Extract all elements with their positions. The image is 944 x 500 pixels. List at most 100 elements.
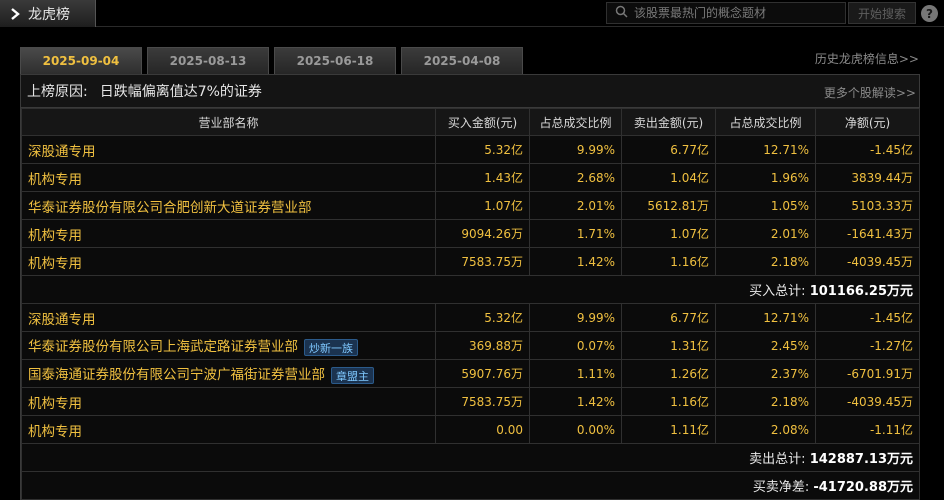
search-input[interactable]	[634, 6, 844, 20]
table-row[interactable]: 华泰证券股份有限公司合肥创新大道证券营业部 1.07亿 2.01% 5612.81万 1…	[21, 191, 920, 220]
branch-name[interactable]: 华泰证券股份有限公司上海武定路证券营业部 炒新一族	[21, 331, 436, 360]
net-amount: -1.45亿	[815, 303, 920, 332]
trader-tag-badge[interactable]: 炒新一族	[304, 338, 358, 356]
tab-date-4[interactable]: 2025-04-08	[401, 47, 523, 74]
search-icon	[615, 5, 628, 22]
net-amount: -1.45亿	[815, 135, 920, 164]
sell-ratio: 2.18%	[715, 247, 816, 276]
table-row[interactable]: 机构专用 1.43亿 2.68% 1.04亿 1.96% 3839.44万	[21, 163, 920, 192]
col-header-sell: 卖出金额(元)	[621, 108, 716, 136]
sell-amount-text: 1.26亿	[670, 367, 709, 381]
search-button[interactable]: 开始搜索	[848, 2, 916, 24]
buy-ratio: 0.00%	[529, 415, 622, 444]
buy-amount: 5907.76万	[435, 359, 530, 388]
sell-ratio: 12.71%	[715, 303, 816, 332]
table-row[interactable]: 深股通专用 5.32亿 9.99% 6.77亿 12.71% -1.45亿	[21, 303, 920, 332]
col-header-buy: 买入金额(元)	[435, 108, 530, 136]
branch-name[interactable]: 机构专用	[21, 163, 436, 192]
table-row[interactable]: 机构专用 7583.75万 1.42% 1.16亿 2.18% -4039.45万	[21, 387, 920, 416]
branch-name-text: 华泰证券股份有限公司上海武定路证券营业部	[28, 339, 298, 356]
buy-total-label: 买入总计:	[749, 284, 806, 299]
sell-amount: 1.07亿	[621, 219, 716, 248]
section-title-tab[interactable]: 龙虎榜	[0, 0, 96, 27]
table-row[interactable]: 机构专用 7583.75万 1.42% 1.16亿 2.18% -4039.45万	[21, 247, 920, 276]
buy-amount: 1.07亿	[435, 191, 530, 220]
branch-name-text: 深股通专用	[28, 311, 96, 328]
tab-date-3[interactable]: 2025-06-18	[274, 47, 396, 74]
sell-ratio: 2.37%	[715, 359, 816, 388]
sell-ratio: 2.08%	[715, 415, 816, 444]
top-bar: 龙虎榜 开始搜索 ?	[0, 0, 944, 27]
sell-ratio-text: 2.45%	[770, 338, 809, 353]
sell-amount-text: 5612.81万	[647, 199, 709, 213]
sell-amount: 6.77亿	[621, 303, 716, 332]
buy-ratio-text: 9.99%	[576, 310, 615, 325]
branch-name[interactable]: 机构专用	[21, 387, 436, 416]
help-icon[interactable]: ?	[921, 5, 938, 22]
sell-ratio: 1.05%	[715, 191, 816, 220]
net-amount-text: -6701.91万	[847, 367, 913, 381]
tab-date-1[interactable]: 2025-09-04	[20, 47, 142, 74]
date-tabs: 2025-09-04 2025-08-13 2025-06-18 2025-04…	[20, 47, 528, 74]
buy-ratio-text: 0.00%	[576, 422, 615, 437]
col-header-buy-pct: 占总成交比例	[529, 108, 622, 136]
branch-name[interactable]: 机构专用	[21, 415, 436, 444]
net-amount: -1641.43万	[815, 219, 920, 248]
buy-amount-text: 5.32亿	[484, 311, 523, 325]
net-amount: -1.11亿	[815, 415, 920, 444]
buy-amount-text: 369.88万	[469, 339, 523, 353]
branch-name-text: 深股通专用	[28, 143, 96, 160]
branch-name[interactable]: 深股通专用	[21, 303, 436, 332]
sell-ratio: 2.18%	[715, 387, 816, 416]
sell-ratio: 1.96%	[715, 163, 816, 192]
table-row[interactable]: 深股通专用 5.32亿 9.99% 6.77亿 12.71% -1.45亿	[21, 135, 920, 164]
buy-amount-text: 5907.76万	[461, 367, 523, 381]
net-amount-text: 5103.33万	[851, 199, 913, 213]
sell-amount: 1.16亿	[621, 387, 716, 416]
buy-amount-text: 1.43亿	[484, 171, 523, 185]
net-amount: -1.27亿	[815, 331, 920, 360]
sell-ratio: 12.71%	[715, 135, 816, 164]
sell-amount: 1.04亿	[621, 163, 716, 192]
search-box[interactable]	[606, 2, 846, 24]
sell-ratio-text: 2.18%	[770, 254, 809, 269]
branch-name[interactable]: 华泰证券股份有限公司合肥创新大道证券营业部	[21, 191, 436, 220]
net-amount: -4039.45万	[815, 387, 920, 416]
reason-text: 日跌幅偏离值达7%的证券	[99, 84, 262, 100]
history-link[interactable]: 历史龙虎榜信息>>	[815, 50, 919, 67]
more-analysis-link[interactable]: 更多个股解读>>	[824, 84, 916, 101]
branch-name[interactable]: 机构专用	[21, 219, 436, 248]
sell-amount-text: 1.16亿	[670, 395, 709, 409]
net-amount-text: -4039.45万	[847, 255, 913, 269]
table-row[interactable]: 华泰证券股份有限公司上海武定路证券营业部 炒新一族 369.88万 0.07% 1.31…	[21, 331, 920, 360]
buy-amount: 7583.75万	[435, 247, 530, 276]
sell-total-label: 卖出总计:	[749, 452, 806, 467]
trader-tag-badge[interactable]: 章盟主	[331, 366, 374, 384]
sell-amount: 1.16亿	[621, 247, 716, 276]
table-row[interactable]: 国泰海通证券股份有限公司宁波广福街证券营业部 章盟主 5907.76万 1.11% 1.…	[21, 359, 920, 388]
buy-ratio: 1.42%	[529, 387, 622, 416]
buy-amount-text: 1.07亿	[484, 199, 523, 213]
buy-ratio: 9.99%	[529, 135, 622, 164]
branch-name-text: 国泰海通证券股份有限公司宁波广福街证券营业部	[28, 367, 325, 384]
net-amount-text: 3839.44万	[851, 171, 913, 185]
buy-ratio: 2.01%	[529, 191, 622, 220]
buy-amount: 5.32亿	[435, 135, 530, 164]
sell-amount: 1.31亿	[621, 331, 716, 360]
branch-name[interactable]: 深股通专用	[21, 135, 436, 164]
branch-name[interactable]: 国泰海通证券股份有限公司宁波广福街证券营业部 章盟主	[21, 359, 436, 388]
buy-ratio-text: 2.01%	[576, 198, 615, 213]
buy-ratio: 1.71%	[529, 219, 622, 248]
chevron-right-icon	[8, 7, 22, 21]
table-row[interactable]: 机构专用 9094.26万 1.71% 1.07亿 2.01% -1641.43万	[21, 219, 920, 248]
tab-date-2[interactable]: 2025-08-13	[147, 47, 269, 74]
sell-amount-text: 1.11亿	[670, 423, 709, 437]
buy-ratio-text: 0.07%	[576, 338, 615, 353]
branch-name-text: 机构专用	[28, 227, 82, 244]
section-title: 龙虎榜	[28, 6, 70, 23]
branch-name[interactable]: 机构专用	[21, 247, 436, 276]
buy-ratio-text: 1.42%	[576, 254, 615, 269]
branch-name-text: 机构专用	[28, 171, 82, 188]
table-row[interactable]: 机构专用 0.00 0.00% 1.11亿 2.08% -1.11亿	[21, 415, 920, 444]
sell-amount-text: 1.31亿	[670, 339, 709, 353]
